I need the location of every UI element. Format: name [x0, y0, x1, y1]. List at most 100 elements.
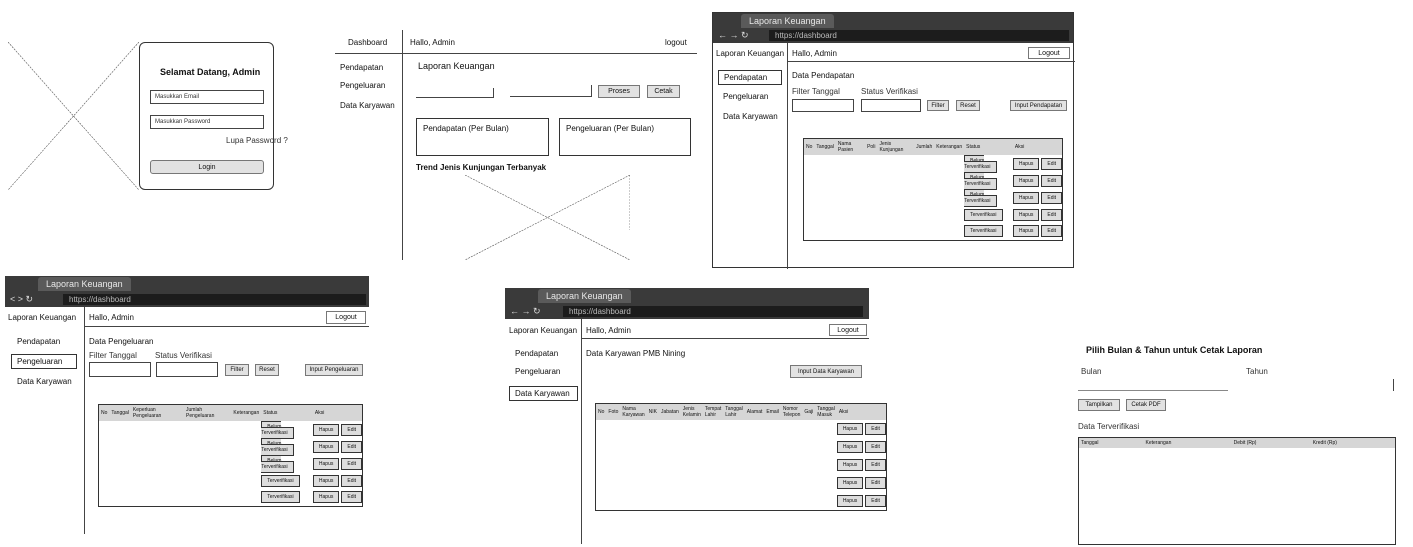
table-row: Belum Terverifikasi Hapus Edit: [99, 437, 363, 456]
month-select[interactable]: [416, 88, 494, 98]
browser-tab[interactable]: Laporan Keuangan: [538, 289, 631, 303]
dashboard-nav-title[interactable]: Dashboard: [348, 38, 387, 47]
bulan-select[interactable]: [1078, 379, 1228, 391]
hapus-button[interactable]: Hapus: [836, 494, 864, 507]
browser-nav-icon[interactable]: < > ↻: [10, 294, 33, 305]
url-bar[interactable]: https://dashboard: [63, 294, 366, 305]
status-filter-select[interactable]: [861, 99, 921, 112]
sidebar-item-pendapatan[interactable]: Pendapatan: [515, 349, 558, 358]
sidebar-item-pengeluaran[interactable]: Pengeluaran: [340, 81, 385, 90]
hapus-button[interactable]: Hapus: [836, 423, 864, 435]
hapus-button[interactable]: Hapus: [1012, 208, 1040, 221]
edit-button[interactable]: Edit: [341, 423, 362, 436]
status-filter-select[interactable]: [156, 362, 218, 377]
url-bar[interactable]: https://dashboard: [769, 30, 1069, 41]
cetak-pdf-button[interactable]: Cetak PDF: [1126, 399, 1166, 411]
filter-button[interactable]: Filter: [225, 364, 249, 376]
status-filter-label: Status Verifikasi: [861, 87, 918, 96]
edit-button[interactable]: Edit: [341, 491, 362, 504]
reset-button[interactable]: Reset: [956, 100, 980, 111]
hapus-button[interactable]: Hapus: [1012, 191, 1040, 204]
edit-button[interactable]: Edit: [1041, 191, 1062, 204]
sidebar-item-pengeluaran[interactable]: Pengeluaran: [723, 92, 768, 101]
filter-date-input[interactable]: [792, 99, 854, 112]
filter-date-input[interactable]: [89, 362, 151, 377]
hapus-button[interactable]: Hapus: [1012, 174, 1040, 187]
cetak-button[interactable]: Cetak: [647, 85, 680, 98]
browser-tab[interactable]: Laporan Keuangan: [38, 277, 131, 291]
password-field[interactable]: Masukkan Password: [150, 115, 264, 129]
edit-button[interactable]: Edit: [865, 459, 886, 471]
edit-button[interactable]: Edit: [865, 423, 886, 435]
hapus-button[interactable]: Hapus: [1012, 157, 1040, 170]
status-badge: Belum Terverifikasi: [964, 154, 997, 173]
edit-button[interactable]: Edit: [341, 474, 362, 487]
hapus-button[interactable]: Hapus: [312, 457, 340, 470]
logout-button[interactable]: Logout: [1028, 47, 1070, 59]
browser-nav-icon[interactable]: ← → ↻: [510, 306, 541, 317]
greeting: Hallo, Admin: [89, 313, 134, 322]
browser-tab[interactable]: Laporan Keuangan: [741, 14, 834, 28]
sidebar-item-pendapatan[interactable]: Pendapatan: [340, 63, 383, 72]
browser-nav-icon[interactable]: ← → ↻: [718, 30, 749, 41]
edit-button[interactable]: Edit: [865, 477, 886, 489]
hapus-button[interactable]: Hapus: [1012, 225, 1040, 238]
card-pengeluaran: Pengeluaran (Per Bulan): [559, 118, 691, 156]
employees-column-header: Jabatan: [659, 403, 681, 420]
sidebar-item-pendapatan[interactable]: Pendapatan: [17, 337, 60, 346]
dashboard-heading: Laporan Keuangan: [418, 61, 495, 71]
employees-column-header: Aksi: [836, 403, 887, 420]
sidebar-item-data-karyawan[interactable]: Data Karyawan: [17, 377, 72, 386]
url-bar[interactable]: https://dashboard: [563, 306, 863, 317]
input-karyawan-button[interactable]: Input Data Karyawan: [790, 365, 862, 378]
hapus-button[interactable]: Hapus: [312, 491, 340, 504]
proses-button[interactable]: Proses: [598, 85, 640, 98]
sidebar-item-data-karyawan[interactable]: Data Karyawan: [509, 386, 578, 401]
input-pengeluaran-button[interactable]: Input Pengeluaran: [305, 364, 363, 376]
tahun-select[interactable]: [1244, 379, 1394, 391]
employees-column-header: No: [595, 403, 607, 420]
table-row: Terverifikasi Hapus Edit: [804, 223, 1063, 240]
employees-column-header: Tempat Lahir: [702, 403, 724, 420]
edit-button[interactable]: Edit: [1041, 208, 1062, 221]
hapus-button[interactable]: Hapus: [312, 440, 340, 453]
email-placeholder: Masukkan Email: [155, 94, 200, 100]
sidebar-item-pendapatan[interactable]: Pendapatan: [718, 70, 782, 85]
table-row: Hapus Edit: [596, 420, 887, 438]
sidebar-item-data-karyawan[interactable]: Data Karyawan: [340, 101, 395, 110]
print-column-header: Tanggal: [1078, 437, 1144, 448]
edit-button[interactable]: Edit: [865, 441, 886, 453]
forgot-password-link[interactable]: Lupa Password ?: [226, 136, 288, 145]
filter-date-label: Filter Tanggal: [89, 351, 137, 360]
bulan-label: Bulan: [1081, 367, 1102, 376]
expense-column-header: Keperluan Pengeluaran: [130, 404, 185, 421]
edit-button[interactable]: Edit: [1041, 225, 1062, 238]
sidebar-item-pengeluaran[interactable]: Pengeluaran: [515, 367, 560, 376]
edit-button[interactable]: Edit: [1041, 157, 1062, 170]
income-column-header: No: [803, 138, 815, 155]
filter-button[interactable]: Filter: [927, 100, 949, 111]
edit-button[interactable]: Edit: [341, 457, 362, 470]
edit-button[interactable]: Edit: [1041, 174, 1062, 187]
hapus-button[interactable]: Hapus: [836, 477, 864, 489]
reset-button[interactable]: Reset: [255, 364, 279, 376]
sidebar-item-data-karyawan[interactable]: Data Karyawan: [723, 112, 778, 121]
logout-link[interactable]: logout: [665, 38, 687, 47]
hapus-button[interactable]: Hapus: [836, 459, 864, 471]
sidebar-item-pengeluaran[interactable]: Pengeluaran: [11, 354, 77, 369]
edit-button[interactable]: Edit: [865, 494, 886, 507]
employees-column-header: Alamat: [744, 403, 765, 420]
hapus-button[interactable]: Hapus: [836, 441, 864, 453]
login-button[interactable]: Login: [150, 160, 264, 174]
email-field[interactable]: Masukkan Email: [150, 90, 264, 104]
logout-button[interactable]: Logout: [326, 311, 366, 324]
edit-button[interactable]: Edit: [341, 440, 362, 453]
greeting: Hallo, Admin: [410, 38, 455, 47]
tampilkan-button[interactable]: Tampilkan: [1078, 399, 1120, 411]
logout-button[interactable]: Logout: [829, 324, 867, 336]
input-pendapatan-button[interactable]: Input Pendapatan: [1010, 100, 1067, 111]
income-column-header: Status: [964, 138, 1013, 155]
hapus-button[interactable]: Hapus: [312, 474, 340, 487]
year-select[interactable]: [510, 85, 592, 97]
hapus-button[interactable]: Hapus: [312, 423, 340, 436]
